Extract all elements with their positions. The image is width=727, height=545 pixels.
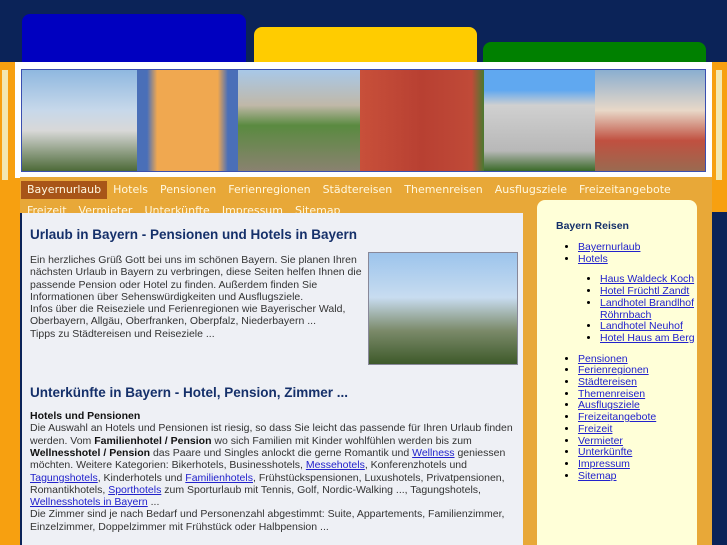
b: Wellnesshotel xyxy=(30,446,101,459)
intro-line: Ein herzliches Grüß Gott bei uns im schö… xyxy=(30,254,362,303)
sidebar-item: Landhotel Brandlhof Röhrnbach xyxy=(600,297,697,321)
sidebar-link-ferienregionen[interactable]: Ferienregionen xyxy=(578,364,649,376)
sidebar-link-hotel[interactable]: Hotel Früchtl Zandt xyxy=(600,285,689,297)
sidebar-link-bayernurlaub[interactable]: Bayernurlaub xyxy=(578,241,640,253)
sidebar-item: Hotel Haus am Berg xyxy=(600,332,697,345)
header-banner xyxy=(15,62,712,178)
intro-line: Infos über die Reiseziele und Ferienregi… xyxy=(30,303,346,328)
sidebar-link-impressum[interactable]: Impressum xyxy=(578,458,630,470)
sidebar-item: Hotels Haus Waldeck KochHotel Früchtl Zan… xyxy=(578,253,697,345)
header-tab-green xyxy=(483,42,706,64)
sidebar-link-hotels[interactable]: Hotels xyxy=(578,253,608,265)
t: , Konferenzhotels und xyxy=(364,459,467,472)
photo-neuschwanstein xyxy=(22,70,137,171)
nav-themenreisen[interactable]: Themenreisen xyxy=(398,181,489,199)
b: / xyxy=(100,446,110,459)
nav-ferienregionen[interactable]: Ferienregionen xyxy=(222,181,316,199)
sidebar-item: Sitemap xyxy=(578,470,697,483)
subtitle: Hotels und Pensionen xyxy=(30,410,141,423)
sidebar-link-hotel[interactable]: Landhotel Brandlhof Röhrnbach xyxy=(600,297,694,321)
nav-freizeitangebote[interactable]: Freizeitangebote xyxy=(573,181,677,199)
sidebar-link-vermieter[interactable]: Vermieter xyxy=(578,435,623,447)
photo-walhalla xyxy=(484,70,595,171)
sidebar-link-ausflugsziele[interactable]: Ausflugsziele xyxy=(578,399,640,412)
photo-befreiungshalle xyxy=(137,70,238,171)
photo-regensburg xyxy=(238,70,360,171)
hotels-text: Hotels und Pensionen Die Auswahl an Hote… xyxy=(30,410,515,533)
sidebar-link-pensionen[interactable]: Pensionen xyxy=(578,353,628,365)
nav-städtereisen[interactable]: Städtereisen xyxy=(317,181,399,199)
section-title-unterkuenfte: Unterkünfte in Bayern - Hotel, Pension, … xyxy=(30,385,349,401)
b: Pension xyxy=(170,434,212,447)
right-accent xyxy=(716,70,722,180)
main-content: Urlaub in Bayern - Pensionen und Hotels … xyxy=(22,213,523,545)
right-background xyxy=(712,213,727,545)
sidebar-title: Bayern Reisen xyxy=(556,220,629,232)
sidebar-link-freizeit[interactable]: Freizeit xyxy=(578,423,612,435)
t: wo sich Familien mit Kinder wohlfühlen w… xyxy=(211,434,472,447)
sidebar-link-hotel[interactable]: Landhotel Neuhof xyxy=(600,320,683,332)
photo-strip xyxy=(21,69,706,172)
intro-text: Ein herzliches Grüß Gott bei uns im schö… xyxy=(30,254,365,340)
b: Pension xyxy=(109,446,151,459)
link-wellness[interactable]: Wellness xyxy=(412,447,454,459)
nav-pensionen[interactable]: Pensionen xyxy=(154,181,222,199)
link-familienhotels[interactable]: Familienhotels xyxy=(185,472,253,484)
nav-ausflugsziele[interactable]: Ausflugsziele xyxy=(489,181,573,199)
section-title-urlaub: Urlaub in Bayern - Pensionen und Hotels … xyxy=(30,227,358,242)
t: zum Sporturlaub mit Tennis, Golf, Nordic… xyxy=(161,483,481,496)
sidebar-link-sitemap[interactable]: Sitemap xyxy=(578,470,617,482)
sidebar-link-unterkünfte[interactable]: Unterkünfte xyxy=(578,446,632,458)
sidebar-link-hotel[interactable]: Haus Waldeck Koch xyxy=(600,273,694,286)
t: , Kinderhotels und xyxy=(97,471,186,484)
link-sporthotels[interactable]: Sporthotels xyxy=(108,484,161,496)
t: ... xyxy=(147,496,160,509)
sidebar: Bayern Reisen BayernurlaubHotels Haus Wal… xyxy=(537,200,697,545)
intro-line: Tipps zu Städtereisen und Reiseziele ... xyxy=(30,327,215,340)
hotels-submenu: Haus Waldeck KochHotel Früchtl ZandtLand… xyxy=(578,274,697,344)
link-tagungshotels[interactable]: Tagungshotels xyxy=(30,472,98,484)
photo-passau xyxy=(595,70,705,171)
sidebar-link-themenreisen[interactable]: Themenreisen xyxy=(578,388,645,400)
link-wellnesshotels[interactable]: Wellnesshotels in Bayern xyxy=(30,496,148,508)
photo-gate xyxy=(360,70,484,171)
sidebar-link-städtereisen[interactable]: Städtereisen xyxy=(578,376,637,388)
link-messehotels[interactable]: Messehotels xyxy=(306,459,365,471)
header-tab-yellow xyxy=(254,27,477,64)
nav-bayernurlaub[interactable]: Bayernurlaub xyxy=(21,181,108,199)
t: das Paare und Singles anlockt die gerne … xyxy=(150,446,413,459)
left-accent xyxy=(2,70,8,180)
t: Die Zimmer sind je nach Bedarf und Perso… xyxy=(30,508,505,533)
sidebar-link-freizeitangebote[interactable]: Freizeitangebote xyxy=(578,411,656,423)
b: / xyxy=(161,434,171,447)
sidebar-menu: BayernurlaubHotelsHaus Waldeck KochHotel… xyxy=(556,241,697,483)
header-tab-blue xyxy=(22,14,246,64)
sidebar-link-hotel[interactable]: Hotel Haus am Berg xyxy=(600,332,695,344)
castle-image xyxy=(368,252,518,365)
nav-hotels[interactable]: Hotels xyxy=(107,181,154,199)
b: Familienhotel xyxy=(94,434,162,447)
